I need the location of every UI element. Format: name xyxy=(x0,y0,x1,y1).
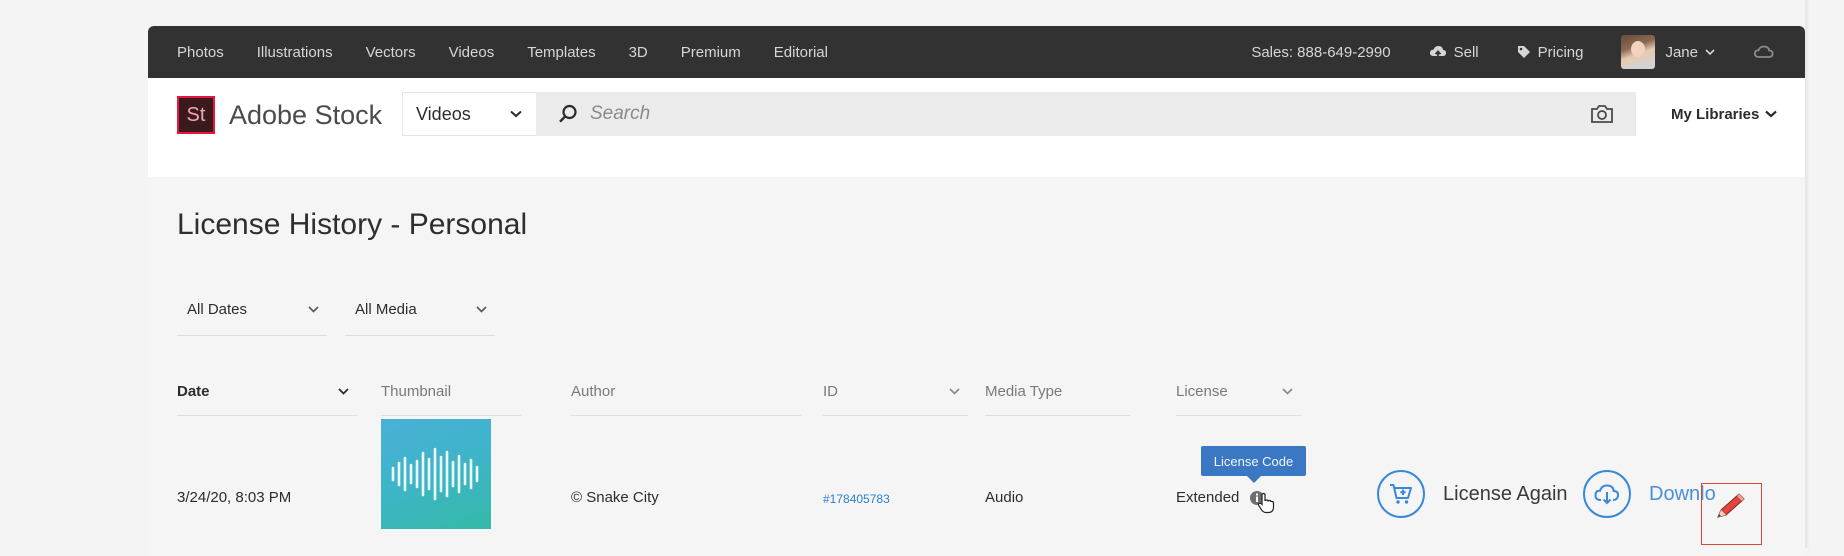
sell-link[interactable]: Sell xyxy=(1429,44,1479,61)
user-name: Jane xyxy=(1665,43,1698,61)
column-header-id[interactable]: ID xyxy=(823,368,968,416)
adobe-stock-logo[interactable]: St Adobe Stock xyxy=(177,96,382,134)
nav-vectors[interactable]: Vectors xyxy=(366,44,416,61)
search-icon xyxy=(559,104,577,123)
chevron-down-icon xyxy=(510,110,522,118)
license-code-tooltip: License Code xyxy=(1201,446,1306,483)
page-title: License History - Personal xyxy=(177,208,528,241)
user-menu[interactable]: Jane xyxy=(1621,35,1715,69)
hand-cursor-icon xyxy=(1257,492,1275,514)
media-filter-dropdown[interactable]: All Media xyxy=(345,284,495,336)
cart-icon xyxy=(1390,484,1412,504)
chevron-down-icon xyxy=(949,388,960,395)
column-header-thumbnail: Thumbnail xyxy=(381,368,521,416)
nav-editorial[interactable]: Editorial xyxy=(774,44,828,61)
avatar xyxy=(1621,35,1656,69)
search-header: St Adobe Stock Videos Search My Librarie… xyxy=(148,78,1805,177)
nav-videos[interactable]: Videos xyxy=(449,44,495,61)
row-media-type: Audio xyxy=(985,489,1024,506)
browser-page: Photos Illustrations Vectors Videos Temp… xyxy=(148,26,1805,556)
tag-icon xyxy=(1517,46,1530,58)
download-icon-circle xyxy=(1583,470,1631,518)
creative-cloud-icon xyxy=(1754,45,1774,58)
nav-premium[interactable]: Premium xyxy=(681,44,741,61)
camera-icon[interactable] xyxy=(1590,104,1614,124)
column-header-date[interactable]: Date xyxy=(177,368,357,416)
column-header-date-label: Date xyxy=(177,383,210,400)
my-libraries-label: My Libraries xyxy=(1671,105,1760,123)
search-scope-value: Videos xyxy=(416,103,471,124)
column-header-thumbnail-label: Thumbnail xyxy=(381,383,452,400)
column-header-license[interactable]: License xyxy=(1176,368,1301,416)
row-asset-id-link[interactable]: #178405783 xyxy=(823,492,890,506)
search-placeholder: Search xyxy=(590,103,651,124)
date-filter-dropdown[interactable]: All Dates xyxy=(177,284,327,336)
stock-logo-mark: St xyxy=(177,96,215,134)
sales-phone-label: Sales: 888-649-2990 xyxy=(1251,43,1391,61)
download-button[interactable]: Downlo xyxy=(1583,470,1716,518)
my-libraries-menu[interactable]: My Libraries xyxy=(1671,92,1778,136)
chevron-down-icon xyxy=(476,306,487,313)
column-header-license-label: License xyxy=(1176,383,1228,400)
nav-illustrations[interactable]: Illustrations xyxy=(257,44,333,61)
row-author: © Snake City xyxy=(571,489,659,506)
audio-thumbnail[interactable] xyxy=(381,419,491,529)
sell-label: Sell xyxy=(1453,43,1479,61)
media-nav: Photos Illustrations Vectors Videos Temp… xyxy=(177,26,861,78)
column-header-media-type: Media Type xyxy=(985,368,1130,416)
nav-templates[interactable]: Templates xyxy=(527,44,595,61)
search-scope-dropdown[interactable]: Videos xyxy=(402,92,536,136)
chevron-down-icon xyxy=(338,388,349,395)
nav-3d[interactable]: 3D xyxy=(629,44,648,61)
pricing-link[interactable]: Pricing xyxy=(1517,43,1584,61)
creative-cloud-button[interactable] xyxy=(1753,44,1775,60)
search-input[interactable]: Search xyxy=(536,92,1636,136)
column-header-media-type-label: Media Type xyxy=(985,383,1063,400)
brand-name: Adobe Stock xyxy=(229,99,383,130)
window-edge xyxy=(1805,0,1809,548)
column-header-author-label: Author xyxy=(571,383,616,400)
pricing-label: Pricing xyxy=(1537,43,1584,61)
download-icon xyxy=(1594,484,1620,505)
nav-photos[interactable]: Photos xyxy=(177,44,224,61)
waveform-icon xyxy=(391,447,479,501)
pencil-icon xyxy=(1717,493,1745,518)
license-again-label: License Again xyxy=(1443,482,1568,505)
column-header-author: Author xyxy=(571,368,801,416)
column-header-id-label: ID xyxy=(823,383,838,400)
date-filter-value: All Dates xyxy=(187,301,248,318)
row-date: 3/24/20, 8:03 PM xyxy=(177,489,292,506)
sales-phone: Sales: 888-649-2990 xyxy=(1251,44,1390,61)
chevron-down-icon xyxy=(1765,110,1778,118)
row-license: Extended xyxy=(1176,489,1240,506)
chevron-down-icon xyxy=(1282,388,1293,395)
chevron-down-icon xyxy=(308,306,319,313)
license-again-button[interactable]: License Again xyxy=(1377,470,1568,518)
top-navigation-bar: Photos Illustrations Vectors Videos Temp… xyxy=(148,26,1805,78)
chevron-down-icon xyxy=(1705,48,1715,55)
license-again-icon-circle xyxy=(1377,470,1425,518)
cloud-upload-icon xyxy=(1429,46,1446,59)
media-filter-value: All Media xyxy=(355,301,417,318)
account-nav: Sales: 888-649-2990 Sell Pricing Jane xyxy=(1213,26,1775,78)
